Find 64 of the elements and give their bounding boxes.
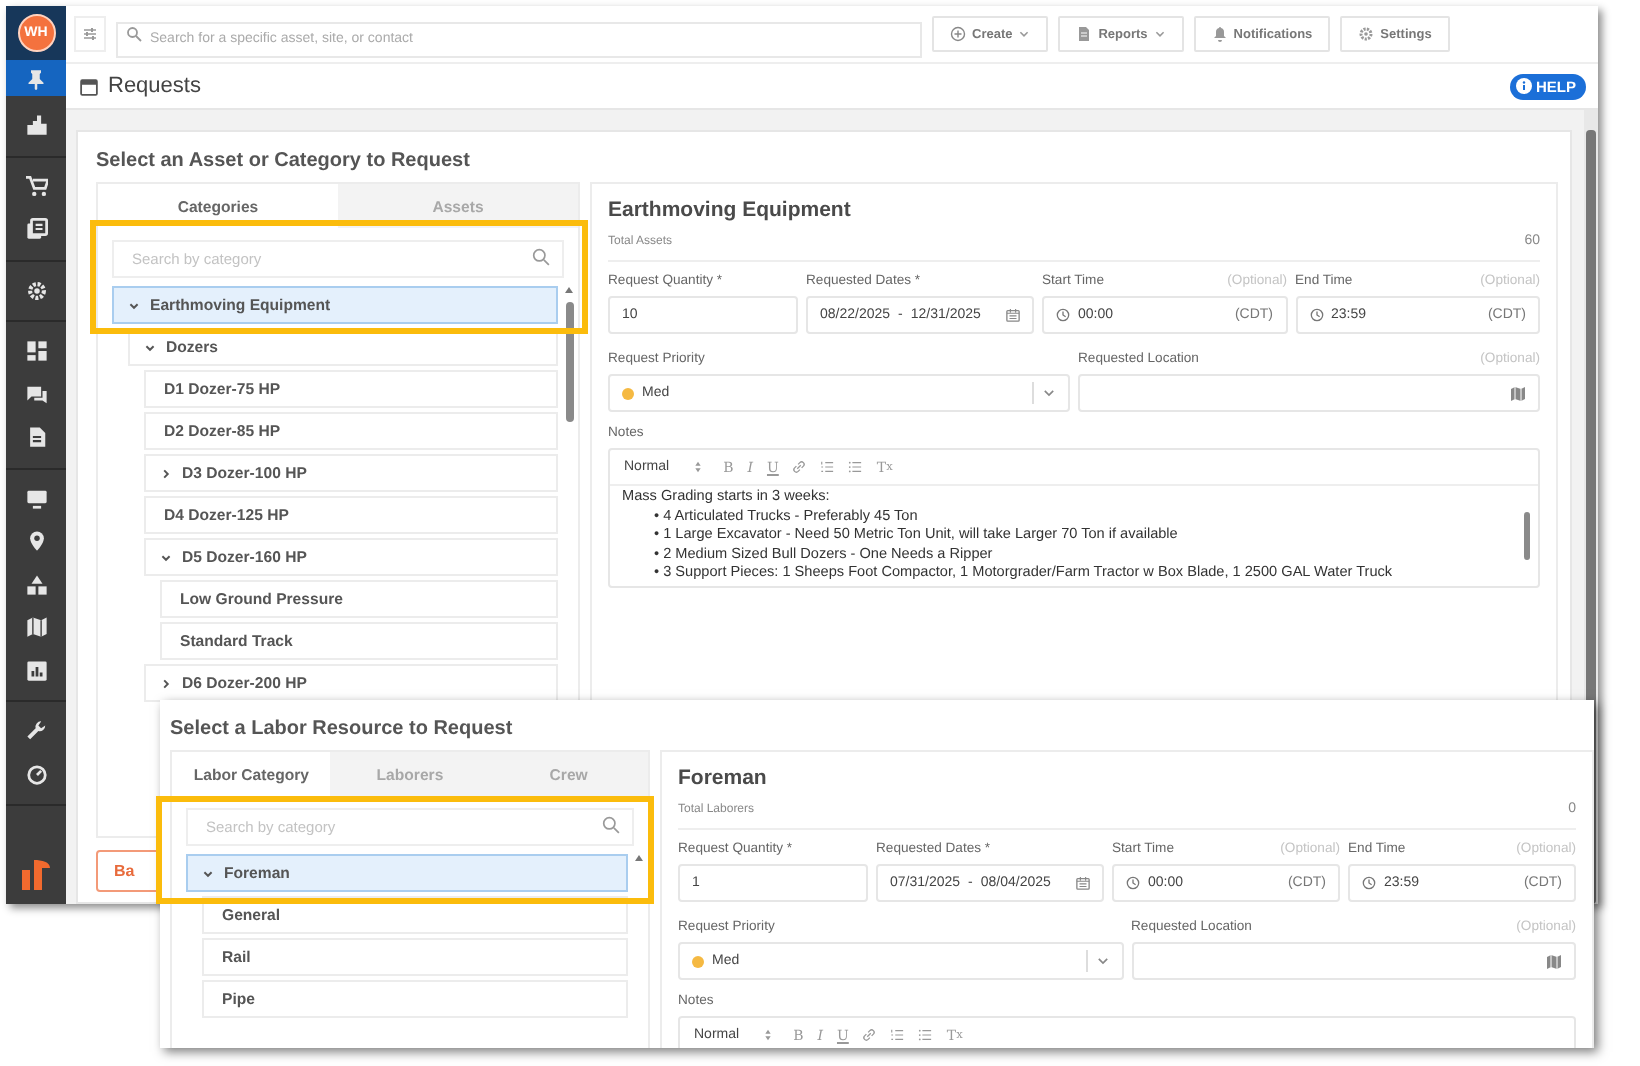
search-icon	[532, 248, 550, 266]
clock-icon	[1362, 876, 1376, 890]
chevron-right-icon	[160, 677, 172, 689]
monitor-icon[interactable]	[25, 487, 47, 510]
section-title: Select an Asset or Category to Request	[96, 150, 472, 174]
section-title: Select a Labor Resource to Request	[170, 718, 515, 742]
chevron-down-icon	[1153, 28, 1166, 40]
gear-icon[interactable]	[25, 279, 47, 302]
grid-icon[interactable]	[25, 340, 47, 363]
chevron-down-icon	[160, 551, 172, 563]
up-down-icon	[693, 460, 702, 474]
chevron-right-icon	[160, 467, 172, 479]
detail-title: Earthmoving Equipment	[608, 198, 853, 226]
logo-icon	[20, 856, 52, 892]
gear-icon	[1358, 26, 1375, 42]
up-arrow-icon	[564, 286, 574, 294]
location-field[interactable]	[1131, 942, 1576, 980]
clock-icon	[1056, 308, 1070, 322]
detail-title: Foreman	[678, 766, 769, 794]
document-icon	[1076, 26, 1093, 42]
page-title: Requests	[108, 74, 203, 98]
bell-icon	[1211, 26, 1228, 42]
filter-button[interactable]	[74, 16, 106, 52]
calendar-icon	[80, 77, 98, 95]
map-icon[interactable]	[25, 616, 47, 639]
calendar-icon	[1006, 308, 1020, 322]
link-icon[interactable]	[862, 1028, 877, 1042]
file-icon[interactable]	[25, 426, 47, 449]
cart-icon[interactable]	[25, 175, 47, 198]
scrollbar[interactable]	[564, 286, 574, 426]
chevron-down-icon	[128, 299, 140, 311]
building-icon[interactable]	[25, 114, 47, 137]
up-down-icon	[763, 1028, 772, 1042]
chevron-down-icon	[144, 341, 156, 353]
up-arrow-icon	[634, 854, 644, 862]
gauge-icon[interactable]	[25, 763, 47, 786]
location-icon[interactable]	[25, 530, 47, 553]
bullet-list-icon[interactable]	[918, 1028, 933, 1042]
ordered-list-icon[interactable]	[820, 460, 835, 474]
clock-icon	[1309, 308, 1323, 322]
notes-editor[interactable]	[608, 448, 1540, 588]
clock-icon	[1126, 876, 1140, 890]
chart-icon[interactable]	[25, 659, 47, 682]
scrollbar[interactable]	[634, 854, 644, 866]
plus-circle-icon	[950, 26, 966, 42]
chevron-down-icon	[1018, 28, 1031, 40]
chevron-down-icon	[202, 867, 214, 879]
bullet-list-icon[interactable]	[848, 460, 863, 474]
shapes-icon[interactable]	[25, 573, 47, 596]
ordered-list-icon[interactable]	[890, 1028, 905, 1042]
map-icon	[1510, 385, 1526, 401]
chevron-down-icon	[1042, 386, 1056, 400]
link-icon[interactable]	[792, 460, 807, 474]
map-icon	[1546, 953, 1562, 969]
chat-icon[interactable]	[25, 383, 47, 406]
chevron-down-icon	[1095, 954, 1109, 968]
pin-icon[interactable]	[26, 67, 46, 89]
info-icon	[1515, 78, 1532, 94]
documents-icon[interactable]	[25, 218, 47, 241]
sliders-icon	[82, 26, 98, 42]
wrench-icon[interactable]	[25, 720, 47, 743]
location-field[interactable]	[1078, 374, 1540, 412]
search-icon	[602, 816, 620, 834]
calendar-icon	[1076, 876, 1090, 890]
